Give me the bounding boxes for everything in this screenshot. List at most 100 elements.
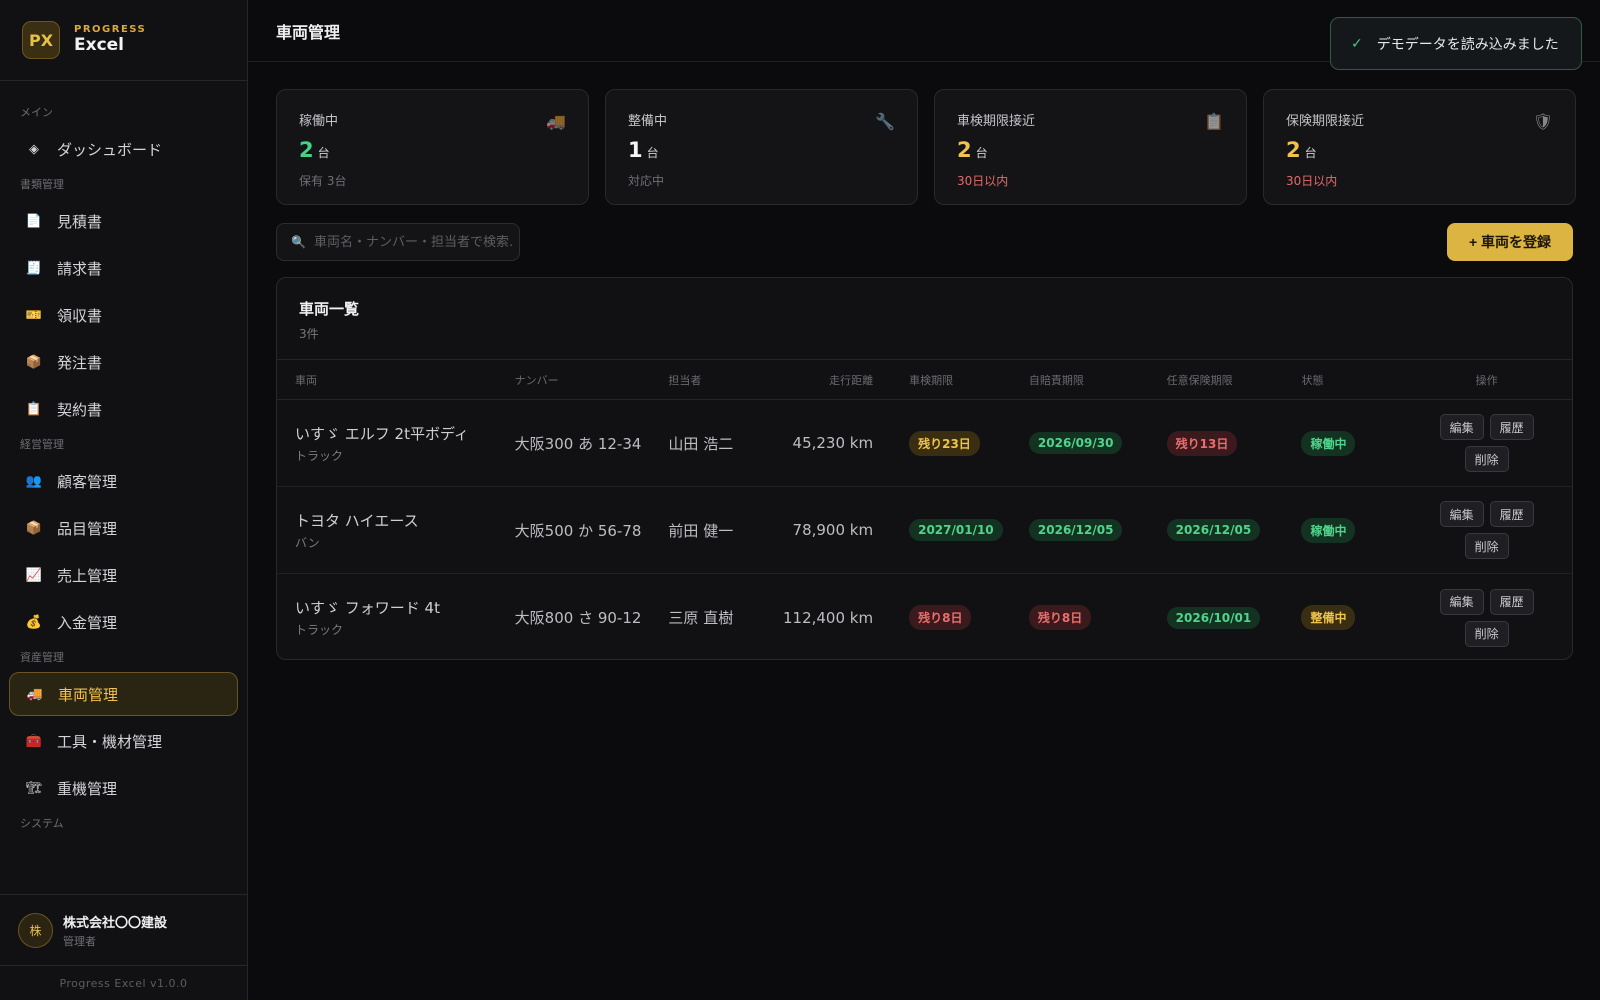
stat-value-row: 2台	[299, 138, 566, 162]
stat-label: 保険期限接近	[1286, 114, 1365, 129]
stat-value: 2	[1286, 138, 1301, 162]
sidebar-item-label: 領収書	[57, 306, 103, 325]
status-badge: 整備中	[1301, 605, 1356, 630]
sidebar-item-dashboard[interactable]: ◈ ダッシュボード	[9, 127, 238, 171]
stat-subtext: 30日以内	[957, 174, 1009, 188]
toolbox-icon: 🧰	[25, 733, 43, 749]
sidebar-item-chart[interactable]: 📈 売上管理	[9, 553, 238, 597]
sidebar-item-customers[interactable]: 👥 顧客管理	[9, 459, 238, 503]
vehicle-type: バン	[295, 535, 320, 550]
table-title: 車両一覧	[299, 300, 360, 318]
edit-button[interactable]: 編集	[1439, 501, 1484, 527]
brand-name: Excel	[74, 34, 125, 55]
jibai-badge-cell: 2026/09/30	[1028, 432, 1167, 454]
stat-card: 稼働中 🚚 2 台保有 3台	[276, 89, 589, 205]
manager-name: 前田 健一	[668, 521, 734, 540]
manager-name: 三原 直樹	[668, 609, 734, 627]
nav-section-label: メイン	[20, 106, 53, 119]
add-vehicle-button[interactable]: + 車両を登録	[1447, 223, 1573, 261]
toast-notification[interactable]: ✓ デモデータを読み込みました	[1330, 17, 1582, 70]
user-block[interactable]: 株 株式会社〇〇建設 管理者	[0, 894, 247, 965]
stat-subtext: 保有 3台	[299, 174, 347, 188]
receipt-icon: 🎫	[25, 307, 43, 323]
stat-card: 車検期限接近 📋 2 台 30日以内	[934, 89, 1247, 205]
sidebar-item-package[interactable]: 📦 品目管理	[9, 506, 238, 550]
stat-card: 保険期限接近 🛡 2 台 30日以内	[1263, 89, 1576, 205]
sidebar-item-label: 品目管理	[57, 519, 118, 538]
vehicle-type: トラック	[295, 448, 344, 463]
sidebar-item-label: 車両管理	[58, 685, 119, 704]
sidebar-item-truck[interactable]: 🚚 車両管理	[9, 672, 238, 716]
column-header: 状態	[1301, 373, 1324, 387]
sidebar-item-label: 請求書	[57, 259, 103, 278]
history-button[interactable]: 履歴	[1489, 414, 1534, 440]
sidebar-item-money-bag[interactable]: 💰 入金管理	[9, 600, 238, 644]
stat-card: 整備中 🔧 1 台対応中	[605, 89, 918, 205]
history-button[interactable]: 履歴	[1489, 588, 1534, 615]
sidebar-item-label: 入金管理	[57, 613, 118, 632]
vehicle-name: いすゞ エルフ 2t平ボディ	[295, 424, 469, 443]
sidebar-item-label: 重機管理	[57, 779, 118, 798]
sidebar-item-crane[interactable]: 🏗 重機管理	[9, 766, 238, 810]
column-header: 任意保険期限	[1166, 373, 1233, 387]
avatar: 株	[18, 912, 53, 948]
brand-logo: PX	[22, 21, 60, 59]
delete-button[interactable]: 削除	[1464, 620, 1509, 647]
vehicle-table-card: 車両一覧 3件 車両 ナンバー 担当者 走行距離 車検期限 自賠責期限 任意保険期限 状態 操作…	[276, 277, 1573, 660]
vehicle-cell[interactable]: いすゞ フォワード 4t トラック	[277, 597, 497, 638]
inspection-badge: 2027/01/10	[909, 519, 1003, 541]
jibai-badge-cell: 残り8日	[1028, 605, 1167, 630]
brand[interactable]: PX PROGRESS Excel	[0, 0, 247, 81]
dashboard-icon: ◈	[29, 141, 39, 157]
edit-button[interactable]: 編集	[1439, 414, 1484, 440]
toast-message: デモデータを読み込みました	[1376, 36, 1559, 53]
wrench-icon: 🔧	[875, 112, 895, 131]
search-icon: 🔍	[291, 235, 306, 249]
column-header: ナンバー	[514, 373, 559, 387]
sidebar-item-receipt[interactable]: 🎫 領収書	[9, 293, 238, 337]
status-badge-cell: 整備中	[1301, 605, 1401, 630]
stat-value-row: 2台	[957, 138, 1224, 162]
stat-value: 1	[628, 138, 643, 162]
user-name: 株式会社〇〇建設	[63, 915, 168, 931]
sidebar-item-label: 発注書	[57, 353, 103, 372]
column-header: 担当者	[668, 373, 702, 387]
actions-cell: 編集 履歴削除	[1401, 501, 1572, 559]
sidebar-item-label: 売上管理	[57, 566, 118, 585]
vehicle-cell[interactable]: いすゞ エルフ 2t平ボディトラック	[277, 423, 497, 464]
main-content: 車両管理 ✓ デモデータを読み込みました 稼働中 🚚 2 台保有 3台 整備中 🔧 1 台対応…	[248, 0, 1600, 1000]
inspection-badge: 残り23日	[909, 430, 980, 456]
plate-number: 大阪800 さ 90-12	[514, 609, 642, 627]
truck-icon: 🚚	[546, 112, 566, 131]
card-header: 車両一覧 3件	[277, 278, 1572, 360]
search-input[interactable]	[313, 234, 514, 250]
insurance-badge: 2026/10/01	[1166, 606, 1261, 629]
inspection-badge-cell: 2027/01/10	[873, 519, 1029, 541]
actions-cell: 編集 履歴削除	[1401, 588, 1572, 647]
inspection-badge-cell: 残り8日	[873, 605, 1029, 630]
customers-icon: 👥	[25, 473, 43, 489]
edit-button[interactable]: 編集	[1439, 588, 1484, 615]
insurance-badge-cell: 2026/10/01	[1166, 606, 1302, 629]
mileage: 45,230 km	[792, 434, 874, 452]
vehicle-cell[interactable]: トヨタ ハイエース バン	[277, 510, 497, 551]
actions-cell: 編集 履歴削除	[1401, 414, 1572, 472]
truck-icon: 🚚	[26, 686, 44, 702]
stat-value: 2	[957, 138, 972, 162]
action-buttons: 編集 履歴削除	[1439, 588, 1535, 647]
status-badge: 稼働中	[1301, 430, 1356, 456]
search-box[interactable]: 🔍	[276, 223, 520, 261]
status-badge: 稼働中	[1301, 517, 1356, 543]
sidebar-item-invoice[interactable]: 🧾 請求書	[9, 246, 238, 290]
delete-button[interactable]: 削除	[1464, 533, 1509, 559]
stat-label: 車検期限接近	[957, 114, 1036, 129]
history-button[interactable]: 履歴	[1489, 501, 1534, 527]
sidebar: PX PROGRESS Excel メイン ◈ ダッシュボード 書類管理 📄 見積書 🧾 請求…	[0, 0, 248, 1000]
delete-button[interactable]: 削除	[1464, 446, 1509, 472]
sidebar-item-toolbox[interactable]: 🧰 工具・機材管理	[9, 719, 238, 763]
table-row: トヨタ ハイエース バン 大阪500 か 56-78 前田 健一 78,900 km 20…	[277, 487, 1572, 574]
sidebar-item-document[interactable]: 📄 見積書	[9, 199, 238, 243]
sidebar-item-package[interactable]: 📦 発注書	[9, 340, 238, 384]
sidebar-item-clipboard[interactable]: 📋 契約書	[9, 387, 238, 431]
sidebar-item-label: 顧客管理	[57, 472, 118, 491]
